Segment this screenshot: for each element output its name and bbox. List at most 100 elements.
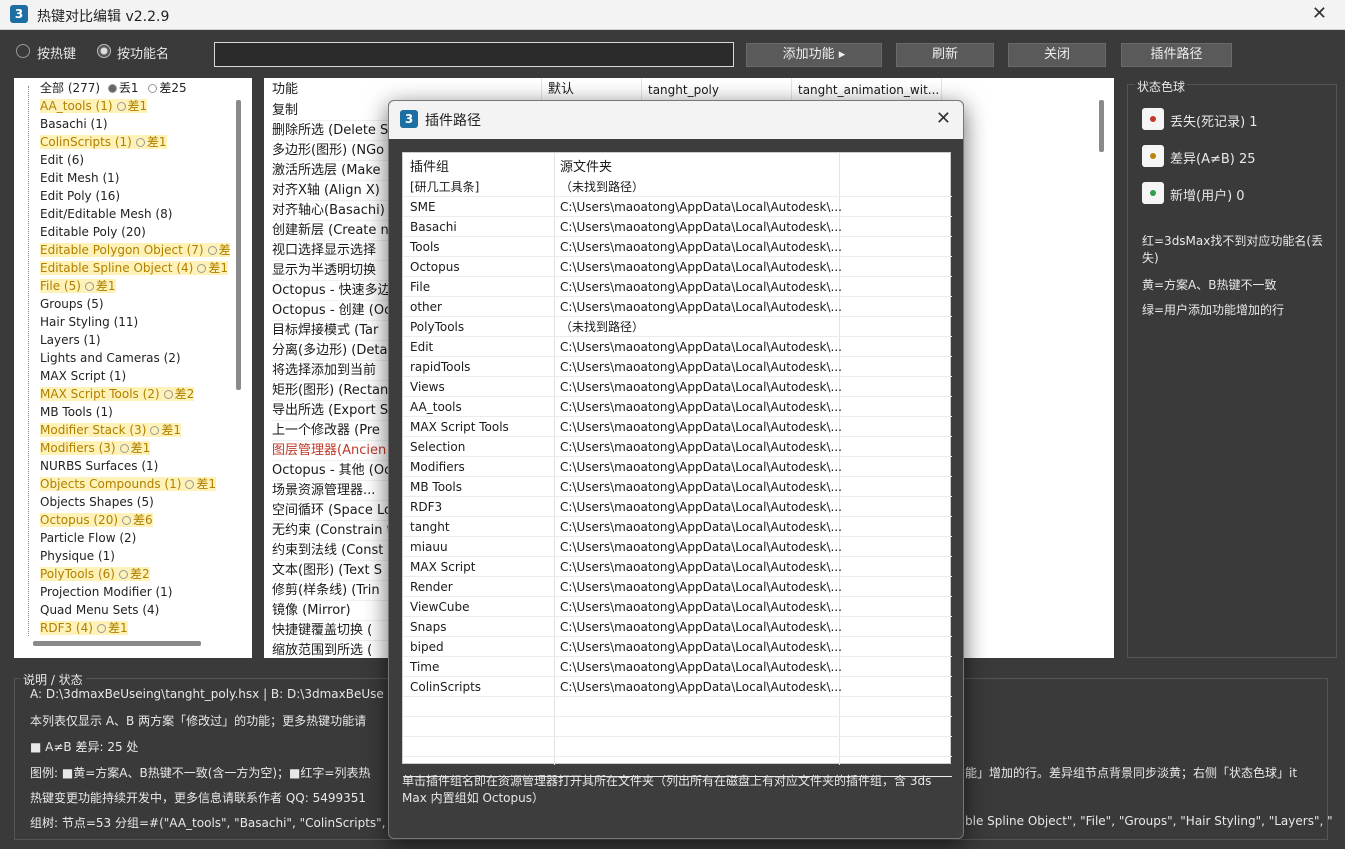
- table-row[interactable]: rapidTools C:\Users\maoatong\AppData\Loca…: [403, 357, 952, 377]
- table-row[interactable]: tanght C:\Users\maoatong\AppData\Local\Au…: [403, 517, 952, 537]
- window-close-icon[interactable]: ✕: [1312, 3, 1327, 24]
- plugin-group-name[interactable]: rapidTools: [410, 357, 470, 377]
- close-button[interactable]: 关闭: [1008, 43, 1106, 67]
- tree-vscrollbar[interactable]: [236, 100, 241, 390]
- plugin-group-name[interactable]: Tools: [410, 237, 440, 257]
- tree-item[interactable]: Modifier Stack (3) 差1: [40, 421, 230, 439]
- table-row[interactable]: [403, 697, 952, 717]
- tree-item[interactable]: Groups (5): [40, 295, 230, 313]
- plugin-group-name[interactable]: tanght: [410, 517, 450, 537]
- table-row[interactable]: MAX Script C:\Users\maoatong\AppData\Loca…: [403, 557, 952, 577]
- table-row[interactable]: Selection C:\Users\maoatong\AppData\Local…: [403, 437, 952, 457]
- plugin-group-name[interactable]: PolyTools: [410, 317, 464, 337]
- dlg-col-header-group[interactable]: 插件组: [410, 156, 449, 175]
- table-row[interactable]: File C:\Users\maoatong\AppData\Local\Auto…: [403, 277, 952, 297]
- table-row[interactable]: RDF3 C:\Users\maoatong\AppData\Local\Auto…: [403, 497, 952, 517]
- col-header-default[interactable]: 默认: [548, 79, 574, 101]
- plugin-group-name[interactable]: Time: [410, 657, 439, 677]
- plugin-group-name[interactable]: RDF3: [410, 497, 442, 517]
- tree-item[interactable]: Projection Modifier (1): [40, 583, 230, 601]
- table-row[interactable]: Snaps C:\Users\maoatong\AppData\Local\Aut…: [403, 617, 952, 637]
- search-input[interactable]: [214, 42, 734, 67]
- plugin-group-name[interactable]: MAX Script: [410, 557, 475, 577]
- tree-item[interactable]: Editable Poly (20): [40, 223, 230, 241]
- plugin-group-name[interactable]: Render: [410, 577, 453, 597]
- table-row[interactable]: Tools C:\Users\maoatong\AppData\Local\Aut…: [403, 237, 952, 257]
- tree-item[interactable]: PolyTools (6) 差2: [40, 565, 230, 583]
- plugin-group-name[interactable]: other: [410, 297, 442, 317]
- tree-item[interactable]: MAX Script Tools (2) 差2: [40, 385, 230, 403]
- plugin-group-name[interactable]: File: [410, 277, 430, 297]
- table-row[interactable]: ColinScripts C:\Users\maoatong\AppData\Lo…: [403, 677, 952, 697]
- table-row[interactable]: Time C:\Users\maoatong\AppData\Local\Auto…: [403, 657, 952, 677]
- tree-item[interactable]: Particle Flow (2): [40, 529, 230, 547]
- refresh-button[interactable]: 刷新: [896, 43, 994, 67]
- table-row[interactable]: MAX Script Tools C:\Users\maoatong\AppDat…: [403, 417, 952, 437]
- tree-item[interactable]: Octopus (20) 差6: [40, 511, 230, 529]
- tree-item[interactable]: MAX Script (1): [40, 367, 230, 385]
- tree-hscrollbar[interactable]: [33, 641, 201, 646]
- tree-root[interactable]: 全部 (277) 丢1 差25: [40, 79, 187, 97]
- tree-item[interactable]: Hair Styling (11): [40, 313, 230, 331]
- table-row[interactable]: Modifiers C:\Users\maoatong\AppData\Local…: [403, 457, 952, 477]
- plugin-group-name[interactable]: AA_tools: [410, 397, 462, 417]
- table-row[interactable]: Octopus C:\Users\maoatong\AppData\Local\A…: [403, 257, 952, 277]
- table-row[interactable]: biped C:\Users\maoatong\AppData\Local\Aut…: [403, 637, 952, 657]
- plugin-group-name[interactable]: Modifiers: [410, 457, 465, 477]
- plugin-group-name[interactable]: Basachi: [410, 217, 457, 237]
- tree-item[interactable]: RDF3 (4) 差1: [40, 619, 230, 637]
- add-function-button[interactable]: 添加功能 ▸: [746, 43, 882, 67]
- tree-item[interactable]: Edit (6): [40, 151, 230, 169]
- radio-by-function-label[interactable]: 按功能名: [117, 43, 169, 62]
- tree-item[interactable]: NURBS Surfaces (1): [40, 457, 230, 475]
- tree-item[interactable]: Edit/Editable Mesh (8): [40, 205, 230, 223]
- tree-item[interactable]: File (5) 差1: [40, 277, 230, 295]
- dlg-col-header-folder[interactable]: 源文件夹: [560, 156, 612, 175]
- plugin-group-name[interactable]: MB Tools: [410, 477, 462, 497]
- plugin-group-name[interactable]: [研几工具条]: [410, 177, 479, 197]
- table-vscrollbar[interactable]: [1099, 100, 1104, 152]
- tree-item[interactable]: Objects Compounds (1) 差1: [40, 475, 230, 493]
- table-row[interactable]: SME C:\Users\maoatong\AppData\Local\Autod…: [403, 197, 952, 217]
- radio-by-function[interactable]: [97, 44, 111, 58]
- plugin-group-name[interactable]: Edit: [410, 337, 433, 357]
- col-header-function[interactable]: 功能: [272, 79, 298, 101]
- plugin-group-name[interactable]: ViewCube: [410, 597, 469, 617]
- dialog-close-icon[interactable]: ✕: [936, 108, 951, 129]
- tree-item[interactable]: Layers (1): [40, 331, 230, 349]
- table-row[interactable]: [403, 717, 952, 737]
- tree-item[interactable]: Edit Poly (16): [40, 187, 230, 205]
- tree-item[interactable]: Modifiers (3) 差1: [40, 439, 230, 457]
- plugin-group-name[interactable]: Octopus: [410, 257, 460, 277]
- plugin-path-table[interactable]: 插件组 源文件夹 [研几工具条] （未找到路径） SME C:\Users\maoat…: [402, 152, 952, 777]
- col-header-scheme-b[interactable]: tanght_animation_wit...: [798, 79, 939, 101]
- tree-item[interactable]: Physique (1): [40, 547, 230, 565]
- tree-item[interactable]: Quad Menu Sets (4): [40, 601, 230, 619]
- plugin-group-name[interactable]: MAX Script Tools: [410, 417, 509, 437]
- plugin-group-name[interactable]: SME: [410, 197, 436, 217]
- radio-by-hotkey-label[interactable]: 按热键: [37, 43, 76, 62]
- tree-item[interactable]: Lights and Cameras (2): [40, 349, 230, 367]
- table-row[interactable]: ViewCube C:\Users\maoatong\AppData\Local\…: [403, 597, 952, 617]
- plugin-group-name[interactable]: Selection: [410, 437, 465, 457]
- radio-by-hotkey[interactable]: [16, 44, 30, 58]
- col-header-scheme-a[interactable]: tanght_poly: [648, 79, 719, 101]
- tree-item[interactable]: Basachi (1): [40, 115, 230, 133]
- plugin-group-name[interactable]: biped: [410, 637, 444, 657]
- plugin-group-name[interactable]: miauu: [410, 537, 448, 557]
- table-row[interactable]: [403, 737, 952, 757]
- table-row[interactable]: PolyTools （未找到路径）: [403, 317, 952, 337]
- table-row[interactable]: miauu C:\Users\maoatong\AppData\Local\Aut…: [403, 537, 952, 557]
- tree-item[interactable]: AA_tools (1) 差1: [40, 97, 230, 115]
- table-row[interactable]: Edit C:\Users\maoatong\AppData\Local\Auto…: [403, 337, 952, 357]
- table-row[interactable]: Basachi C:\Users\maoatong\AppData\Local\A…: [403, 217, 952, 237]
- plugin-group-name[interactable]: Views: [410, 377, 445, 397]
- tree-item[interactable]: Editable Polygon Object (7) 差: [40, 241, 230, 259]
- tree-item[interactable]: MB Tools (1): [40, 403, 230, 421]
- tree-item[interactable]: Edit Mesh (1): [40, 169, 230, 187]
- tree-item[interactable]: Objects Shapes (5): [40, 493, 230, 511]
- plugin-group-name[interactable]: Snaps: [410, 617, 446, 637]
- table-row[interactable]: Render C:\Users\maoatong\AppData\Local\Au…: [403, 577, 952, 597]
- plugin-group-name[interactable]: ColinScripts: [410, 677, 481, 697]
- table-row[interactable]: AA_tools C:\Users\maoatong\AppData\Local\…: [403, 397, 952, 417]
